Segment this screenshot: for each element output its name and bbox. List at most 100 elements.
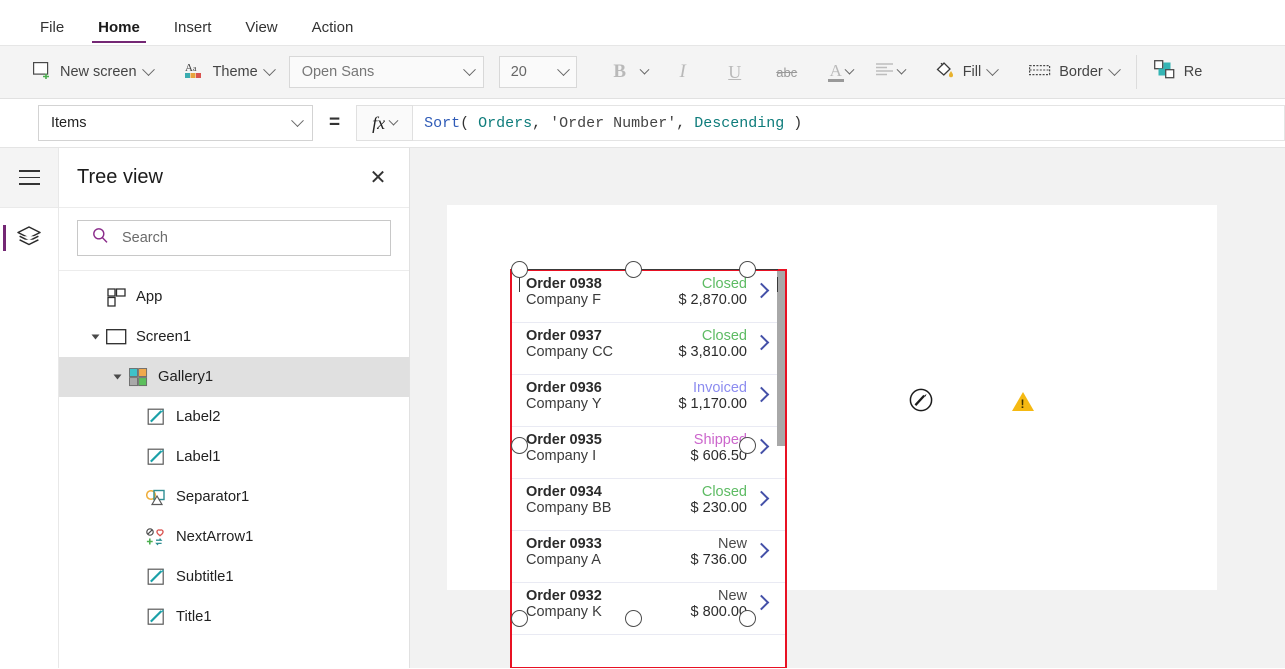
chevron-down-icon — [142, 63, 155, 76]
tab-file[interactable]: File — [30, 19, 74, 45]
formula-token-4: 'Order Number' — [550, 115, 676, 132]
strikethrough-button[interactable]: abc — [768, 55, 806, 89]
hamburger-icon — [19, 165, 40, 190]
formula-input[interactable]: Sort( Orders, 'Order Number', Descending… — [413, 105, 1285, 141]
formula-bar: Items = fx Sort( Orders, 'Order Number',… — [0, 99, 1285, 148]
tree-item-title1[interactable]: Title1 — [59, 597, 409, 637]
left-rail — [0, 148, 59, 668]
chevron-down-icon — [557, 63, 570, 76]
tree-item-app[interactable]: App — [59, 277, 409, 317]
new-screen-button[interactable]: New screen — [26, 54, 160, 90]
tree-item-label: Title1 — [176, 609, 212, 625]
chevron-down-icon — [389, 115, 399, 125]
tree-item-label: Label1 — [176, 449, 220, 465]
tree-item-label2[interactable]: Label2 — [59, 397, 409, 437]
bold-button[interactable]: B — [601, 55, 648, 89]
bold-label: B — [601, 55, 639, 89]
separator-icon — [145, 487, 167, 507]
tree-item-label: Label2 — [176, 409, 220, 425]
resize-handle-middle-right[interactable] — [739, 437, 756, 454]
fill-button[interactable]: Fill — [927, 54, 1005, 90]
app-icon — [105, 287, 127, 307]
font-family-value: Open Sans — [302, 64, 375, 80]
app-screen-surface[interactable]: Order 0938ClosedCompany F$ 2,870.00Order… — [447, 205, 1217, 590]
chevron-down-icon — [263, 63, 276, 76]
underline-button[interactable]: U — [716, 55, 754, 89]
chevron-down-icon — [986, 63, 999, 76]
warning-glyph: ! — [1021, 398, 1025, 410]
new-screen-label: New screen — [60, 64, 137, 80]
chevron-down-icon — [1108, 63, 1121, 76]
resize-handle-middle-left[interactable] — [511, 437, 528, 454]
layers-icon — [16, 225, 42, 252]
chevron-down-icon — [291, 114, 304, 127]
property-value: Items — [51, 115, 86, 131]
formula-token-1: ( — [460, 115, 478, 132]
expand-caret-icon[interactable] — [107, 373, 127, 381]
equals-sign: = — [329, 112, 340, 134]
theme-label: Theme — [213, 64, 258, 80]
label-icon — [145, 607, 167, 627]
tab-action[interactable]: Action — [302, 19, 364, 45]
label-icon — [145, 567, 167, 587]
border-icon — [1029, 63, 1051, 82]
selection-guide-left-stub — [519, 277, 520, 292]
fx-button[interactable]: fx — [356, 105, 413, 141]
property-select[interactable]: Items — [38, 105, 313, 141]
formula-token-5: , — [676, 115, 694, 132]
search-input[interactable]: Search — [77, 220, 391, 256]
tree-view-list: App Screen1 — [59, 271, 409, 637]
tab-insert[interactable]: Insert — [164, 19, 222, 45]
search-placeholder: Search — [122, 230, 168, 246]
chevron-down-icon — [639, 64, 649, 74]
theme-button[interactable]: A a Theme — [178, 54, 281, 90]
font-color-button[interactable]: A — [828, 63, 853, 82]
tree-item-nextarrow1[interactable]: NextArrow1 — [59, 517, 409, 557]
font-size-select[interactable]: 20 — [499, 56, 577, 88]
resize-handle-bottom-left[interactable] — [511, 610, 528, 627]
italic-button[interactable]: I — [664, 55, 702, 89]
tree-item-label1[interactable]: Label1 — [59, 437, 409, 477]
selection-guide-right-stub — [777, 277, 778, 292]
border-button[interactable]: Border — [1022, 54, 1126, 90]
label-icon — [145, 407, 167, 427]
theme-icon: A a — [185, 61, 205, 83]
reorder-button[interactable]: Re — [1147, 54, 1210, 90]
formula-token-3: , — [532, 115, 550, 132]
rail-item-tree-view[interactable] — [0, 208, 58, 268]
screen-icon — [105, 327, 127, 347]
ribbon-tab-bar: File Home Insert View Action — [0, 0, 1285, 46]
tree-item-separator1[interactable]: Separator1 — [59, 477, 409, 517]
align-button[interactable] — [875, 62, 905, 82]
tree-item-label: Separator1 — [176, 489, 249, 505]
tab-view[interactable]: View — [235, 19, 287, 45]
expand-caret-icon[interactable] — [85, 333, 105, 341]
hamburger-menu-button[interactable] — [0, 148, 58, 208]
selection-outline — [510, 269, 787, 668]
tree-item-subtitle1[interactable]: Subtitle1 — [59, 557, 409, 597]
close-icon[interactable]: ✕ — [363, 163, 393, 193]
svg-text:a: a — [193, 64, 197, 73]
resize-handle-top-center[interactable] — [625, 261, 642, 278]
resize-handle-bottom-right[interactable] — [739, 610, 756, 627]
tree-item-gallery1[interactable]: Gallery1 — [59, 357, 409, 397]
tree-item-label: App — [136, 289, 162, 305]
gallery-icon — [127, 367, 149, 387]
resize-handle-top-right[interactable] — [739, 261, 756, 278]
command-bar: New screen A a Theme Open Sans 20 B I U … — [0, 46, 1285, 99]
reorder-label: Re — [1184, 64, 1203, 80]
formula-token-6: Descending — [694, 115, 784, 132]
resize-handle-top-left[interactable] — [511, 261, 528, 278]
tree-search-wrapper: Search — [59, 208, 409, 271]
tab-home[interactable]: Home — [88, 19, 150, 45]
tree-item-screen1[interactable]: Screen1 — [59, 317, 409, 357]
canvas-area[interactable]: Order 0938ClosedCompany F$ 2,870.00Order… — [410, 148, 1285, 668]
resize-handle-bottom-center[interactable] — [625, 610, 642, 627]
tree-item-label: NextArrow1 — [176, 529, 253, 545]
fill-bucket-icon — [934, 60, 955, 84]
border-label: Border — [1059, 64, 1103, 80]
tree-view-header: Tree view ✕ — [59, 148, 409, 208]
font-family-select[interactable]: Open Sans — [289, 56, 484, 88]
warning-triangle-icon[interactable]: ! — [1012, 392, 1034, 411]
search-icon — [92, 227, 109, 249]
